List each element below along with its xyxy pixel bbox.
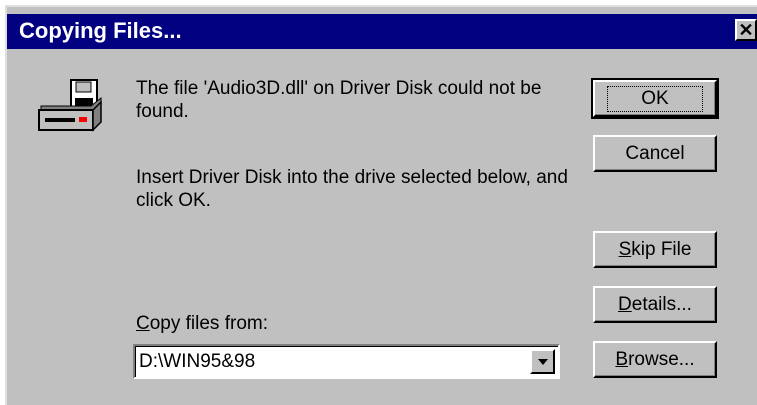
ok-label: OK xyxy=(607,85,703,112)
cancel-label: Cancel xyxy=(625,142,685,164)
instruction-message: Insert Driver Disk into the drive select… xyxy=(136,167,568,211)
combobox-value: D:\WIN95&98 xyxy=(139,351,256,372)
disk-drive-icon xyxy=(38,79,102,132)
close-icon: ✕ xyxy=(738,20,754,40)
close-button[interactable]: ✕ xyxy=(735,19,757,41)
skip-file-button[interactable]: Skip File xyxy=(593,231,717,268)
details-label: Details... xyxy=(618,294,692,316)
browse-rest: rowse... xyxy=(628,348,695,370)
ok-button[interactable]: OK xyxy=(591,78,719,119)
chevron-down-icon xyxy=(537,358,548,365)
dropdown-button[interactable] xyxy=(530,349,555,374)
skip-rest: kip File xyxy=(631,238,692,260)
mnemonic-s: S xyxy=(618,238,632,260)
skip-file-label: Skip File xyxy=(619,239,692,261)
details-rest: etails... xyxy=(631,293,692,315)
title-bar[interactable]: Copying Files... ✕ xyxy=(7,14,757,49)
copy-files-from-label: Copy files from: xyxy=(136,313,268,335)
cancel-button[interactable]: Cancel xyxy=(593,135,717,172)
copy-files-from-combobox[interactable]: D:\WIN95&98 xyxy=(133,344,560,379)
window-title: Copying Files... xyxy=(19,18,182,43)
mnemonic-c: C xyxy=(136,313,150,334)
label-rest: opy files from: xyxy=(149,313,268,334)
details-button[interactable]: Details... xyxy=(593,286,717,323)
error-message: The file 'Audio3D.dll' on Driver Disk co… xyxy=(136,78,542,122)
mnemonic-d: D xyxy=(618,293,632,315)
browse-button[interactable]: Browse... xyxy=(593,341,717,378)
mnemonic-b: B xyxy=(615,348,629,370)
browse-label: Browse... xyxy=(615,349,694,371)
